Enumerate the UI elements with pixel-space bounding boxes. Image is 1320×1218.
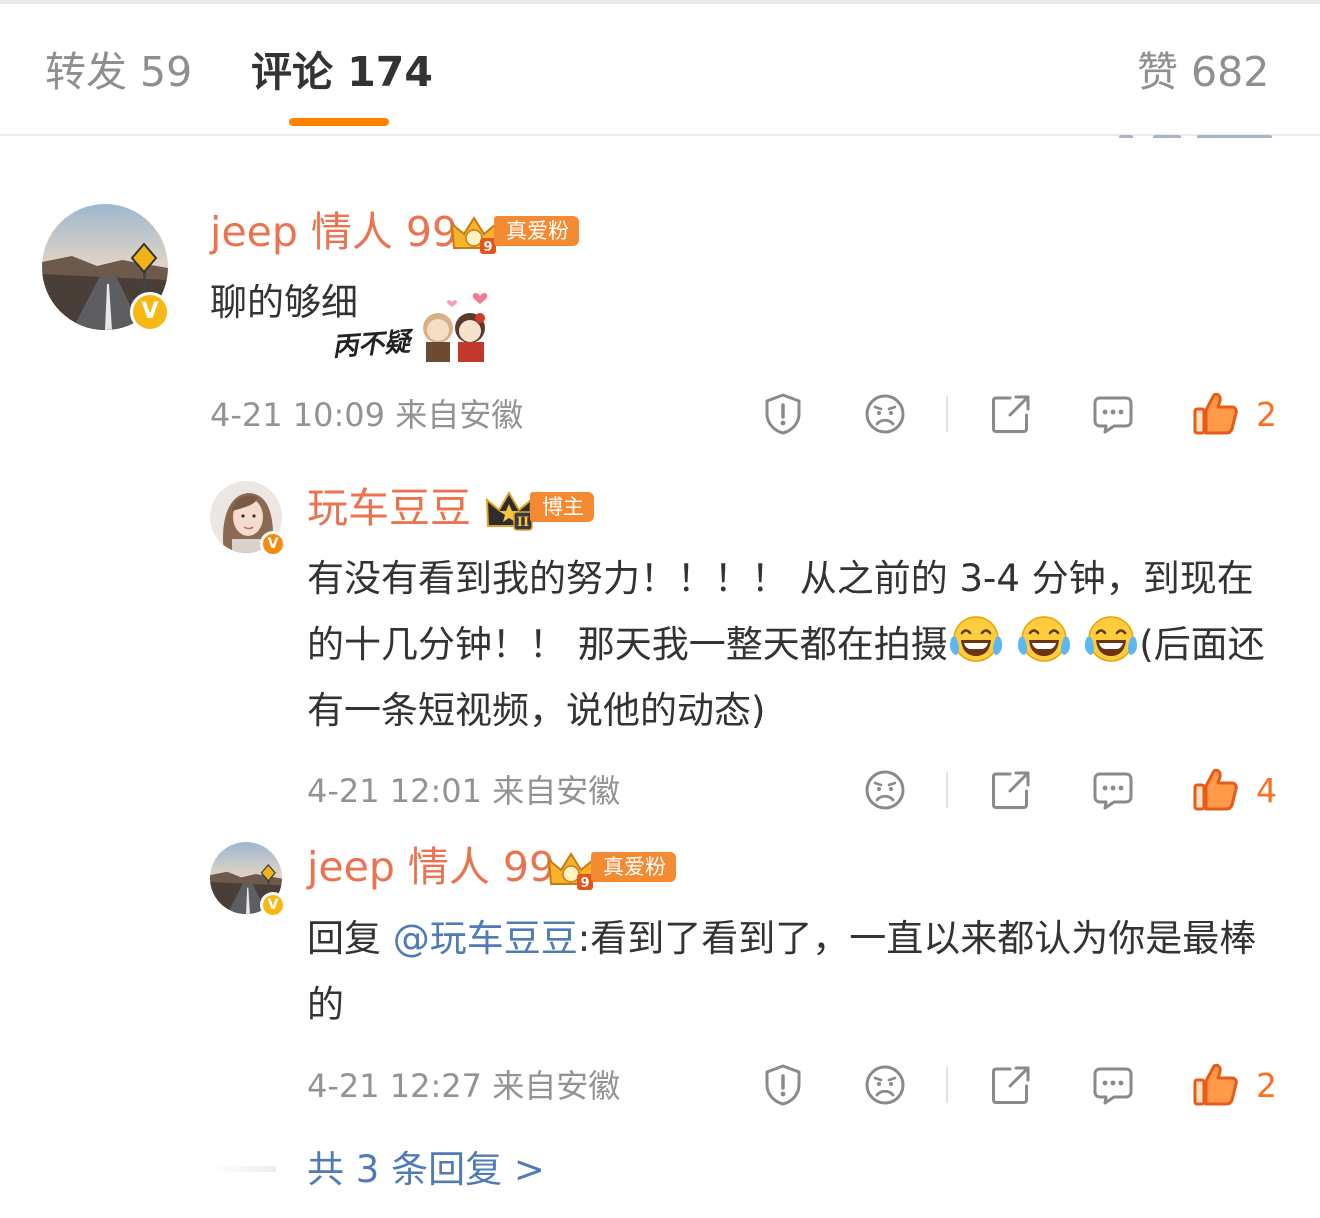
action-separator	[946, 772, 948, 808]
comment-meta: 4-21 10:09 来自安徽	[210, 395, 523, 435]
reply-prefix: 回复	[307, 917, 393, 960]
username[interactable]: jeep 情人 99	[210, 208, 458, 256]
svg-text:9: 9	[483, 240, 492, 255]
like-count: 4	[1256, 771, 1277, 810]
thumbs-up-icon[interactable]	[1193, 1062, 1239, 1106]
fan-badge-label: 真爱粉	[591, 852, 676, 882]
thumbs-up-icon[interactable]	[1193, 767, 1239, 811]
crown-icon: 9	[547, 852, 595, 891]
dislike-face-icon[interactable]	[864, 1064, 906, 1106]
comment-location: 来自安徽	[492, 772, 621, 810]
tab-repost[interactable]: 转发 59	[45, 48, 192, 96]
sticker-image: 丙不疑	[330, 288, 500, 364]
mention-link[interactable]: @玩车豆豆	[393, 917, 578, 960]
action-separator	[946, 1067, 948, 1103]
action-separator	[946, 396, 948, 432]
like-count: 2	[1256, 395, 1277, 434]
username[interactable]: 玩车豆豆	[307, 484, 471, 532]
sticker-caption: 丙不疑	[331, 327, 412, 363]
fade-divider	[210, 1166, 276, 1172]
comment-location: 来自安徽	[395, 396, 524, 434]
like-count: 2	[1256, 1066, 1277, 1105]
comment-meta: 4-21 12:27 来自安徽	[307, 1066, 620, 1106]
share-icon[interactable]	[990, 393, 1032, 435]
laughing-tears-emoji	[949, 616, 1002, 662]
comment-meta: 4-21 12:01 来自安徽	[307, 771, 620, 811]
fan-badge-label: 真爱粉	[494, 216, 579, 246]
sort-toggle-remnant[interactable]	[1115, 124, 1280, 138]
thumbs-up-icon[interactable]	[1193, 391, 1239, 435]
crown-icon: II	[485, 491, 533, 531]
laughing-tears-emoji	[1017, 616, 1070, 662]
comment-text: 回复 @玩车豆豆:看到了看到了，一直以来都认为你是最棒的	[307, 906, 1282, 1038]
dislike-face-icon[interactable]	[864, 393, 906, 435]
svg-text:9: 9	[580, 876, 589, 891]
laughing-tears-emoji	[1085, 616, 1138, 662]
verified-v-icon: V	[260, 531, 286, 557]
comment-time: 4-21 12:27	[307, 1067, 483, 1105]
active-tab-indicator	[289, 118, 389, 126]
comment-icon[interactable]	[1092, 395, 1134, 435]
verified-v-icon: V	[260, 892, 286, 918]
comment-icon[interactable]	[1092, 771, 1134, 811]
more-replies-link[interactable]: 共 3 条回复 >	[307, 1146, 545, 1194]
share-icon[interactable]	[990, 769, 1032, 811]
comment-time: 4-21 12:01	[307, 772, 483, 810]
tab-bar: 转发 59 评论 174 赞 682	[0, 4, 1320, 136]
blogger-badge-label: 博主	[530, 492, 594, 522]
svg-text:II: II	[517, 515, 529, 530]
comment-text: 有没有看到我的努力！！！！ 从之前的 3-4 分钟，到现在的十几分钟！！ 那天我…	[307, 546, 1282, 744]
comment-time: 4-21 10:09	[210, 396, 386, 434]
share-icon[interactable]	[990, 1064, 1032, 1106]
tab-likes[interactable]: 赞 682	[1137, 48, 1269, 96]
report-icon[interactable]	[761, 1063, 805, 1107]
verified-v-icon: V	[130, 292, 170, 332]
tab-comments[interactable]: 评论 174	[251, 48, 433, 96]
comment-icon[interactable]	[1092, 1066, 1134, 1106]
crown-icon: 9	[450, 216, 498, 255]
username[interactable]: jeep 情人 99	[307, 843, 555, 891]
report-icon[interactable]	[761, 392, 805, 436]
comment-location: 来自安徽	[492, 1067, 621, 1105]
dislike-face-icon[interactable]	[864, 769, 906, 811]
